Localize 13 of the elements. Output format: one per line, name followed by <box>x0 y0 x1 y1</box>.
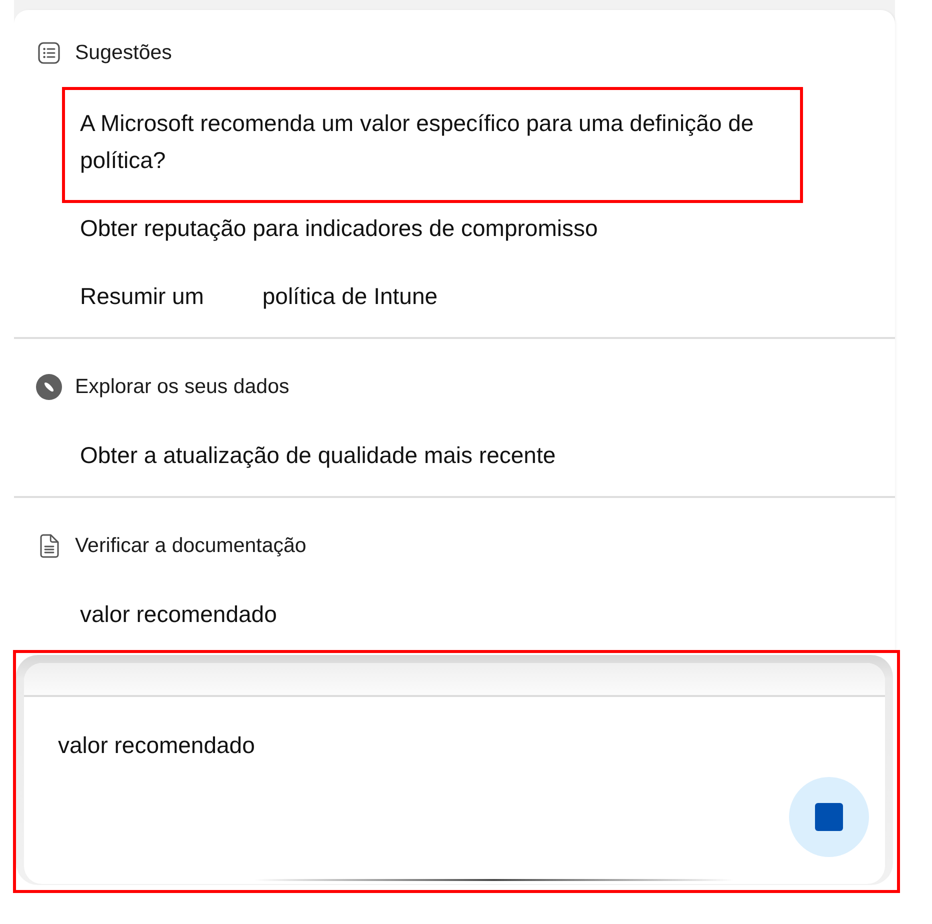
suggestion-item[interactable]: A Microsoft recomenda um valor específico para uma definição de política? <box>62 87 803 203</box>
section-title: Verificar a documentação <box>75 533 306 559</box>
suggestion-item[interactable]: Resumir um política de Intune <box>62 271 803 322</box>
compass-icon <box>36 374 62 400</box>
suggestion-item[interactable]: Obter reputação para indicadores de compromisso <box>62 203 803 254</box>
section-title: Sugestões <box>75 40 172 66</box>
message-input[interactable]: valor recomendado <box>58 731 869 759</box>
document-icon <box>40 534 58 558</box>
list-icon <box>38 42 60 64</box>
suggestion-item[interactable]: valor recomendado <box>62 589 803 640</box>
section-title: Explorar os seus dados <box>75 374 290 400</box>
suggestion-item[interactable]: Obter a atualização de qualidade mais recente <box>62 430 803 481</box>
stop-icon <box>815 803 843 831</box>
